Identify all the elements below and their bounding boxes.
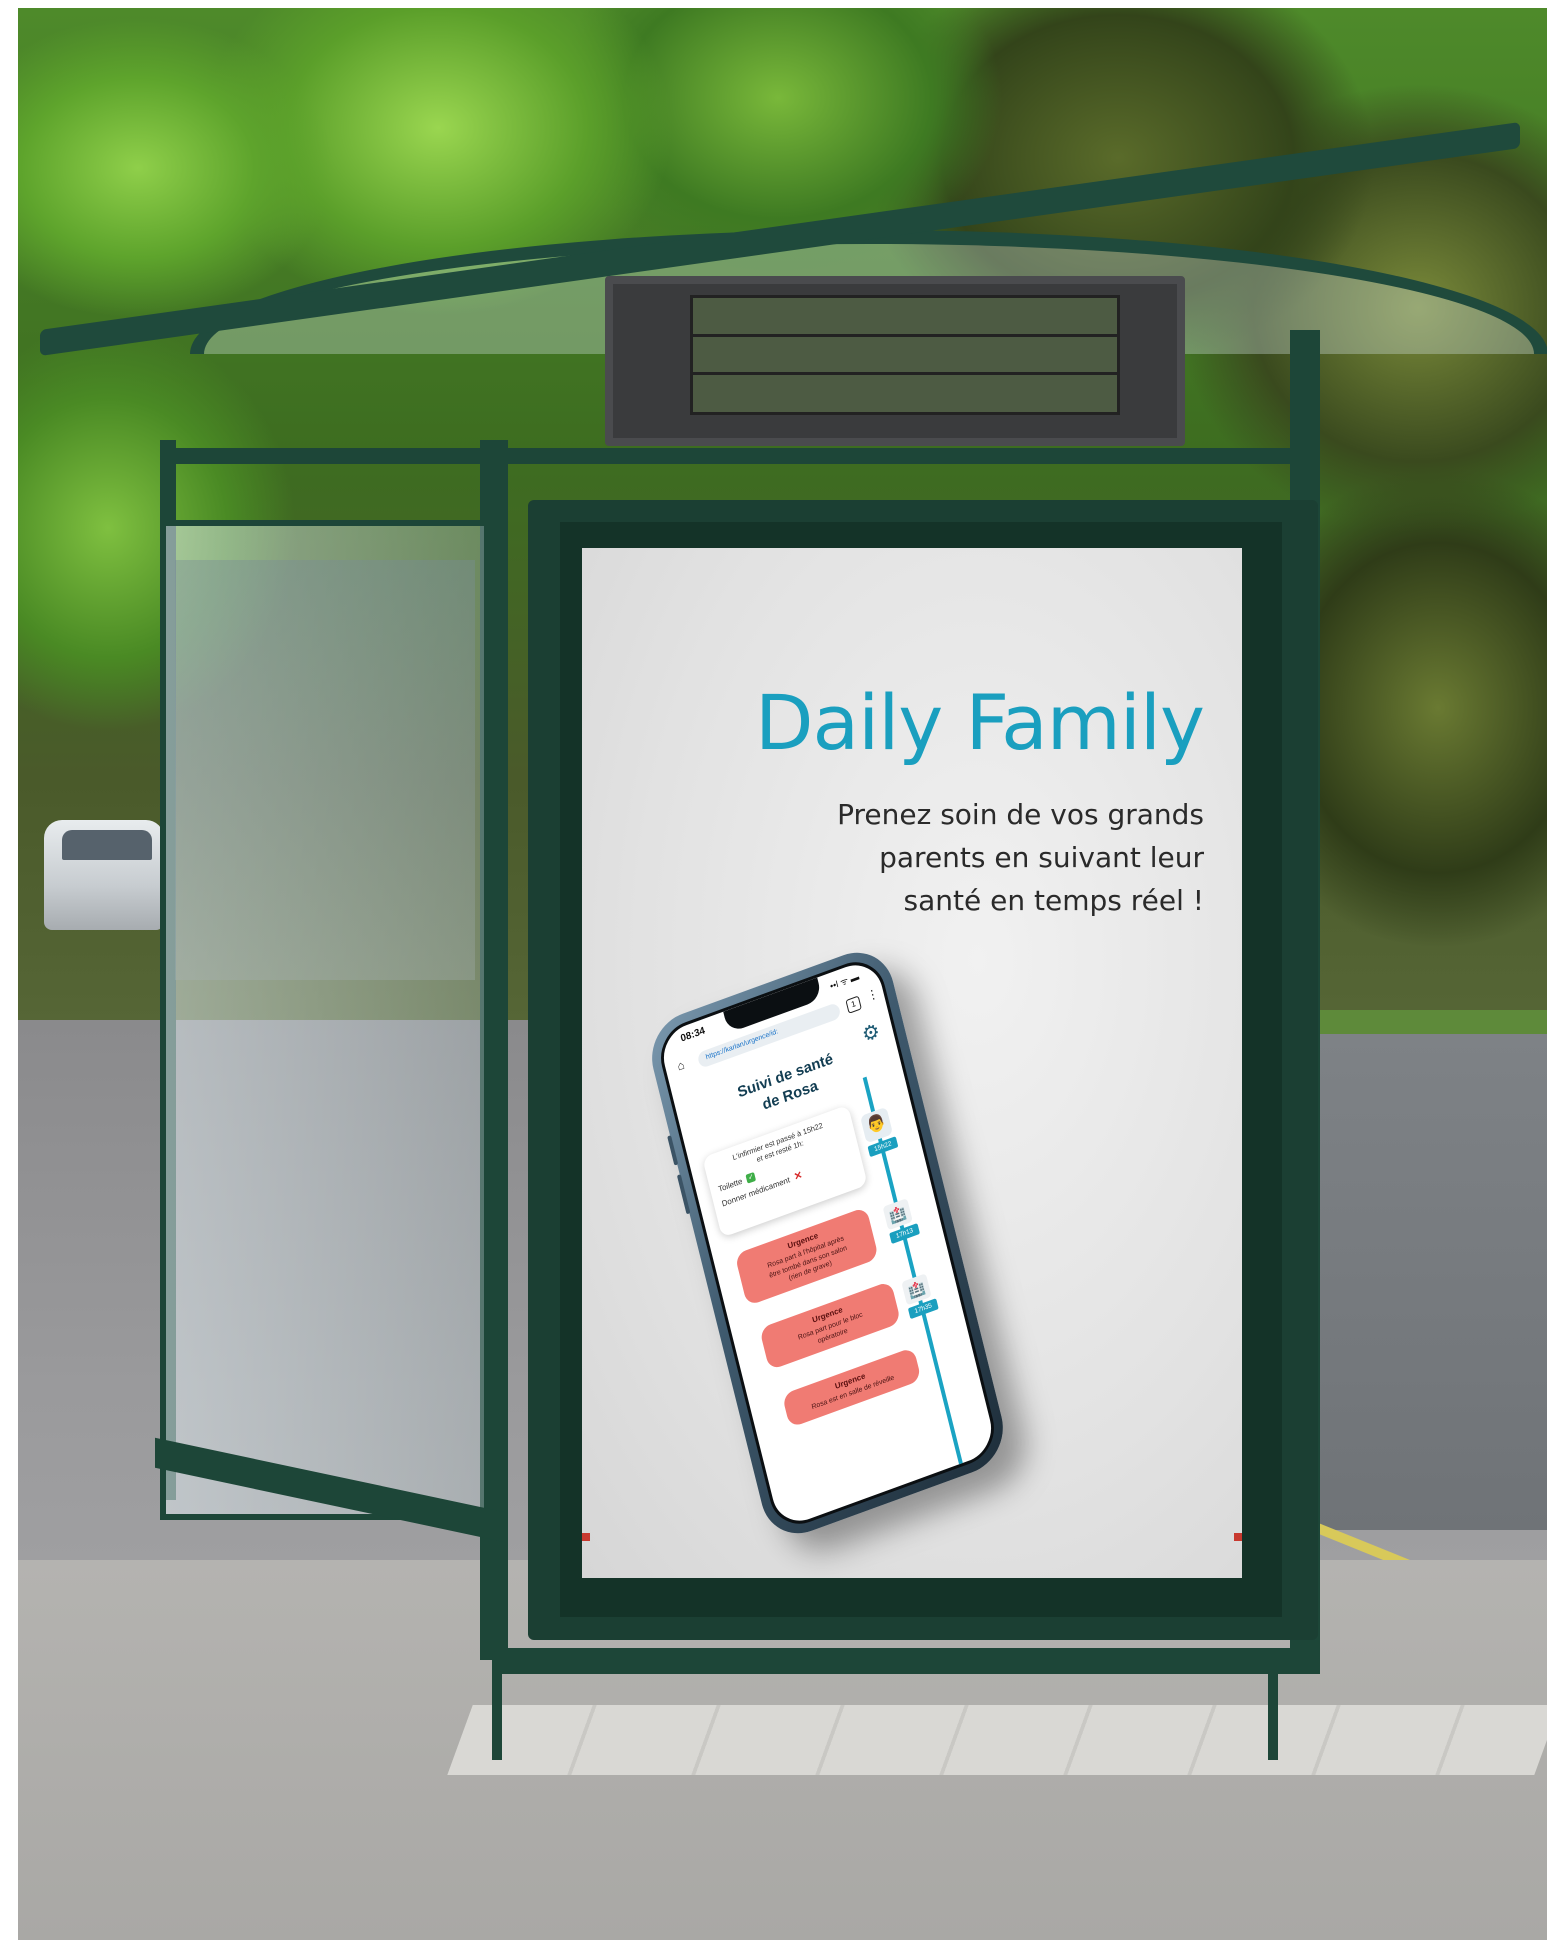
shelter-top-beam <box>160 448 1320 464</box>
check-icon: ✓ <box>745 1171 757 1184</box>
smartphone-mockup: 08:34 ••l ᯤ ▬ ⌂ https://karlan/urgence/i… <box>643 940 1012 1546</box>
display-screen <box>690 295 1120 415</box>
shelter-foot <box>1268 1660 1278 1760</box>
tactile-paving <box>447 1705 1547 1775</box>
phone-screen: 08:34 ••l ᯤ ▬ ⌂ https://karlan/urgence/i… <box>653 952 1002 1534</box>
bus-shelter-scene: Daily Family Prenez soin de vos grands p… <box>0 0 1547 1940</box>
urgence-card[interactable]: Urgence Rosa est en salle de réveille <box>781 1346 922 1428</box>
display-divider <box>690 334 1120 337</box>
urgence-card[interactable]: Urgence Rosa part pour le bloc opératoir… <box>759 1280 902 1371</box>
display-divider <box>690 372 1120 375</box>
glass-reflection <box>175 560 475 980</box>
print-mark <box>582 1533 590 1541</box>
settings-gear-icon[interactable]: ⚙ <box>859 1018 882 1049</box>
far-road <box>1300 1030 1547 1530</box>
print-mark <box>1234 1533 1242 1541</box>
phone-side-button <box>676 1174 691 1215</box>
shelter-foot <box>492 1660 502 1760</box>
cross-icon: ✕ <box>793 1169 804 1184</box>
poster-title: Daily Family <box>754 678 1205 767</box>
tabs-count-icon[interactable]: 1 <box>845 995 862 1014</box>
home-icon[interactable]: ⌂ <box>676 1057 686 1073</box>
poster-tagline: Prenez soin de vos grands parents en sui… <box>837 798 1204 917</box>
shelter-bottom-rail <box>500 1648 1320 1674</box>
car-window <box>62 830 152 860</box>
status-time: 08:34 <box>679 1025 707 1045</box>
advertising-poster: Daily Family Prenez soin de vos grands p… <box>582 548 1242 1578</box>
status-icons: ••l ᯤ ▬ <box>828 971 861 992</box>
hedge <box>1310 1010 1547 1034</box>
phone-side-button <box>667 1135 679 1166</box>
more-menu-icon[interactable]: ⋮ <box>865 986 880 1004</box>
